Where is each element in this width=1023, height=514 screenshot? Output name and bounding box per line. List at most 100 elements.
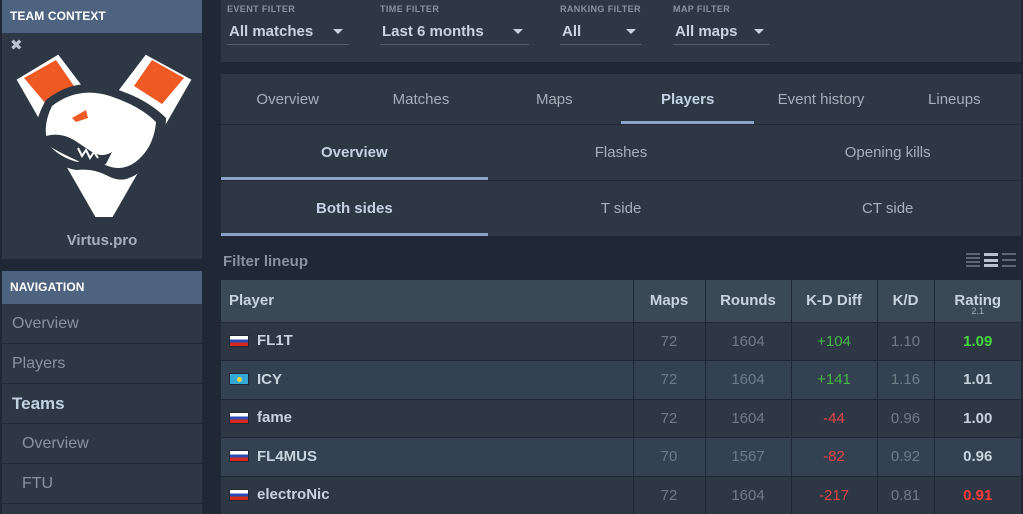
tab-stats-overview[interactable]: Overview	[221, 125, 488, 180]
map-filter-value: All maps	[675, 23, 738, 40]
ranking-filter: RANKING FILTER All	[560, 4, 642, 45]
ranking-filter-value: All	[562, 23, 582, 40]
table-row: fame 72 1604 -44 0.96 1.00	[221, 398, 1021, 438]
ranking-filter-label: RANKING FILTER	[560, 4, 641, 14]
tab-players[interactable]: Players	[620, 74, 755, 124]
tab-overview[interactable]: Overview	[221, 74, 354, 124]
table-row: electroNic 72 1604 -217 0.81 0.91	[221, 475, 1021, 514]
rating-cell: 1.09	[934, 321, 1021, 361]
kd-cell: 1.16	[877, 360, 935, 399]
kd-cell: 0.96	[877, 398, 935, 438]
player-name: FL4MUS	[257, 447, 317, 465]
team-context-title: TEAM CONTEXT	[2, 0, 202, 33]
view-toggle	[966, 253, 1016, 267]
nav-subitem-ftu[interactable]: FTU	[2, 464, 202, 504]
rating-version: 2.1	[971, 306, 984, 316]
nav-item-teams[interactable]: Teams	[2, 384, 202, 424]
filter-lineup-label[interactable]: Filter lineup	[223, 253, 308, 270]
chevron-down-icon	[626, 29, 636, 34]
navigation-title: NAVIGATION	[2, 271, 202, 304]
maps-cell: 72	[633, 475, 706, 514]
maps-cell: 72	[633, 360, 706, 399]
tab-opening-kills[interactable]: Opening kills	[754, 125, 1021, 180]
rating-cell: 1.01	[934, 360, 1021, 399]
player-link[interactable]: electroNic	[229, 486, 330, 503]
tab-maps[interactable]: Maps	[488, 74, 621, 124]
table-row: ICY 72 1604 +141 1.16 1.01	[221, 360, 1021, 399]
expanded-view-icon[interactable]	[1002, 253, 1016, 267]
player-stats-table: Player Maps Rounds K-D Diff K/D Rating 2…	[221, 280, 1021, 514]
event-filter-label: EVENT FILTER	[227, 4, 296, 14]
kd-diff-cell: +104	[791, 321, 878, 361]
list-view-icon[interactable]	[984, 253, 998, 267]
maps-cell: 72	[633, 321, 706, 361]
kd-diff-cell: -44	[791, 398, 878, 438]
tab-t-side[interactable]: T side	[488, 181, 755, 236]
rounds-cell: 1567	[705, 437, 792, 476]
sidebar: TEAM CONTEXT ✖ Virtus.pro NAVIGATION Ove…	[0, 0, 203, 514]
maps-cell: 70	[633, 437, 706, 476]
col-header-kd[interactable]: K/D	[877, 280, 935, 322]
chevron-down-icon	[333, 29, 343, 34]
player-name: FL1T	[257, 332, 293, 349]
time-filter-select[interactable]: Last 6 months	[380, 19, 529, 45]
rating-cell: 0.96	[934, 437, 1021, 476]
col-header-rounds[interactable]: Rounds	[705, 280, 792, 322]
tab-both-sides[interactable]: Both sides	[221, 181, 488, 236]
event-filter-value: All matches	[229, 23, 314, 40]
kd-diff-cell: -82	[791, 437, 878, 476]
team-name[interactable]: Virtus.pro	[2, 232, 202, 249]
time-filter: TIME FILTER Last 6 months	[380, 4, 529, 45]
page-root: TEAM CONTEXT ✖ Virtus.pro NAVIGATION Ove…	[0, 0, 1023, 514]
russia-flag-icon	[229, 411, 249, 424]
tab-lineups[interactable]: Lineups	[888, 74, 1021, 124]
player-cell: ICY	[221, 360, 634, 399]
player-name: electroNic	[257, 486, 330, 504]
nav-item-overview[interactable]: Overview	[2, 304, 202, 344]
kd-diff-cell: +141	[791, 360, 878, 399]
time-filter-label: TIME FILTER	[380, 4, 440, 14]
rating-cell: 1.00	[934, 398, 1021, 438]
kd-cell: 1.10	[877, 321, 935, 361]
map-filter: MAP FILTER All maps	[673, 4, 770, 45]
rounds-cell: 1604	[705, 321, 792, 361]
chevron-down-icon	[754, 29, 764, 34]
chevron-down-icon	[513, 29, 523, 34]
table-header-row: Player Maps Rounds K-D Diff K/D Rating 2…	[221, 280, 1021, 322]
ranking-filter-select[interactable]: All	[560, 19, 642, 45]
col-header-maps[interactable]: Maps	[633, 280, 706, 322]
event-filter: EVENT FILTER All matches	[227, 4, 349, 45]
map-filter-label: MAP FILTER	[673, 4, 731, 14]
tab-flashes[interactable]: Flashes	[488, 125, 755, 180]
nav-item-players[interactable]: Players	[2, 344, 202, 384]
tab-ct-side[interactable]: CT side	[754, 181, 1021, 236]
player-cell: FL4MUS	[221, 437, 634, 476]
player-name: ICY	[257, 370, 283, 388]
filter-bar: EVENT FILTER All matches TIME FILTER Las…	[221, 0, 1021, 62]
russia-flag-icon	[229, 488, 249, 501]
map-filter-select[interactable]: All maps	[673, 19, 770, 45]
player-link[interactable]: ICY	[229, 371, 282, 388]
player-link[interactable]: FL1T	[229, 332, 293, 349]
player-cell: fame	[221, 398, 634, 438]
col-header-player[interactable]: Player	[221, 280, 634, 322]
navigation-panel: NAVIGATION Overview Players Teams Overvi…	[2, 271, 202, 514]
nav-subitem-overview[interactable]: Overview	[2, 424, 202, 464]
event-filter-select[interactable]: All matches	[227, 19, 349, 45]
kd-cell: 0.92	[877, 437, 935, 476]
player-name: fame	[257, 409, 293, 426]
player-link[interactable]: fame	[229, 409, 292, 426]
col-header-rating[interactable]: Rating 2.1	[934, 280, 1021, 322]
compact-view-icon[interactable]	[966, 253, 980, 267]
kd-cell: 0.81	[877, 475, 935, 514]
main-tabs: Overview Matches Maps Players Event hist…	[221, 74, 1021, 124]
russia-flag-icon	[229, 450, 249, 462]
maps-cell: 72	[633, 398, 706, 438]
rounds-cell: 1604	[705, 475, 792, 514]
russia-flag-icon	[229, 334, 249, 347]
player-cell: FL1T	[221, 321, 634, 361]
player-link[interactable]: FL4MUS	[229, 448, 317, 465]
tab-matches[interactable]: Matches	[354, 74, 487, 124]
tab-event-history[interactable]: Event history	[754, 74, 887, 124]
col-header-kd-diff[interactable]: K-D Diff	[791, 280, 878, 322]
